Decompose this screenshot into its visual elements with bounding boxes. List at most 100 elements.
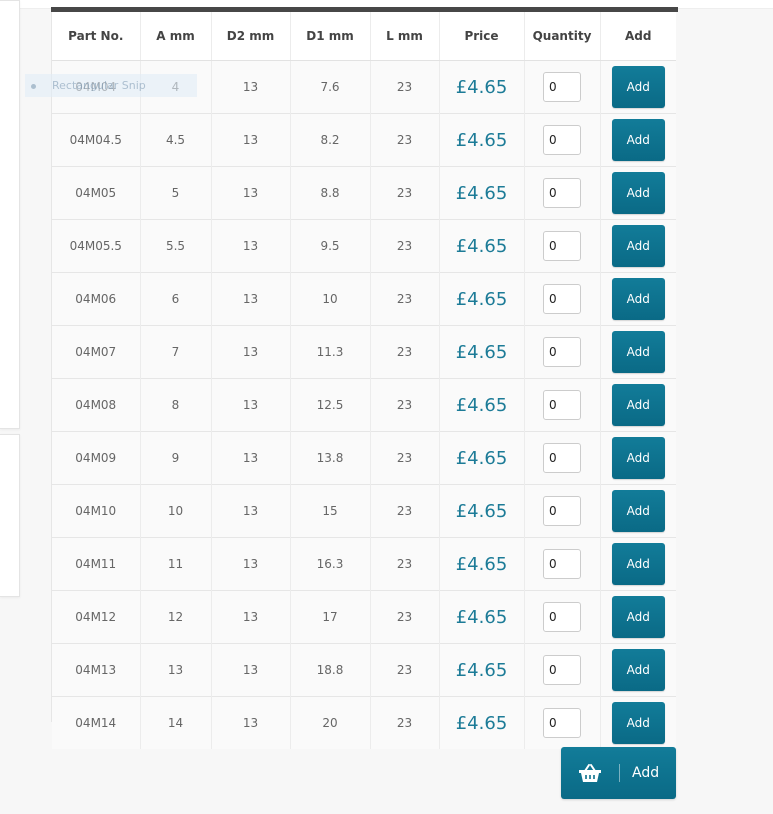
d1-mm-cell: 11.3: [290, 325, 371, 379]
a-mm-cell: 9: [140, 431, 212, 485]
part-no-cell: 04M09: [52, 431, 141, 485]
add-cell: Add: [600, 537, 676, 591]
quantity-input[interactable]: [543, 337, 581, 367]
quantity-cell: [524, 378, 601, 432]
quantity-input[interactable]: [543, 125, 581, 155]
d1-mm-cell: 18.8: [290, 643, 371, 697]
l-mm-cell: 23: [370, 378, 440, 432]
part-no-cell: 04M04: [52, 60, 141, 114]
header-part-no: Part No.: [52, 12, 141, 61]
quantity-input[interactable]: [543, 231, 581, 261]
quantity-input[interactable]: [543, 549, 581, 579]
quantity-input[interactable]: [543, 708, 581, 738]
add-cell: Add: [600, 325, 676, 379]
l-mm-cell: 23: [370, 431, 440, 485]
table-row: 04M05.55.5139.523£4.65 Add: [52, 219, 676, 273]
quantity-input[interactable]: [543, 178, 581, 208]
part-no-cell: 04M12: [52, 590, 141, 644]
table-row: 04M1414132023£4.65 Add: [52, 696, 676, 749]
d2-mm-cell: 13: [211, 431, 291, 485]
add-button[interactable]: Add: [611, 596, 665, 638]
add-button[interactable]: Add: [611, 702, 665, 744]
quantity-input[interactable]: [543, 72, 581, 102]
a-mm-cell: 14: [140, 696, 212, 749]
l-mm-cell: 23: [370, 643, 440, 697]
header-l-mm: L mm: [370, 12, 440, 61]
l-mm-cell: 23: [370, 219, 440, 273]
table-row: 04M055138.823£4.65 Add: [52, 166, 676, 220]
add-button[interactable]: Add: [611, 331, 665, 373]
price-cell: £4.65: [439, 378, 525, 432]
part-no-cell: 04M05: [52, 166, 141, 220]
add-button[interactable]: Add: [611, 225, 665, 267]
quantity-input[interactable]: [543, 655, 581, 685]
quantity-input[interactable]: [543, 496, 581, 526]
d1-mm-cell: 10: [290, 272, 371, 326]
quantity-cell: [524, 537, 601, 591]
add-to-basket-button[interactable]: Add: [561, 747, 676, 799]
d2-mm-cell: 13: [211, 378, 291, 432]
quantity-input[interactable]: [543, 602, 581, 632]
a-mm-cell: 11: [140, 537, 212, 591]
header-d1-mm: D1 mm: [290, 12, 371, 61]
quantity-cell: [524, 590, 601, 644]
add-button[interactable]: Add: [611, 649, 665, 691]
header-price: Price: [439, 12, 525, 61]
price-cell: £4.65: [439, 60, 525, 114]
table-row: 04M0991313.823£4.65 Add: [52, 431, 676, 485]
d1-mm-cell: 20: [290, 696, 371, 749]
l-mm-cell: 23: [370, 696, 440, 749]
header-d2-mm: D2 mm: [211, 12, 291, 61]
table-row: 04M13131318.823£4.65Add: [52, 643, 676, 697]
price-cell: £4.65: [439, 590, 525, 644]
d2-mm-cell: 13: [211, 537, 291, 591]
d2-mm-cell: 13: [211, 272, 291, 326]
price-cell: £4.65: [439, 272, 525, 326]
table-row: 04M04.54.5138.223£4.65 Add: [52, 113, 676, 167]
add-button[interactable]: Add: [611, 490, 665, 532]
add-cell: Add: [600, 219, 676, 273]
quantity-cell: [524, 113, 601, 167]
table-row: 04M0771311.323£4.65 Add: [52, 325, 676, 379]
add-cell: Add: [600, 484, 676, 538]
l-mm-cell: 23: [370, 325, 440, 379]
price-cell: £4.65: [439, 431, 525, 485]
add-button[interactable]: Add: [611, 119, 665, 161]
part-no-cell: 04M13: [52, 643, 141, 697]
quantity-cell: [524, 60, 601, 114]
add-button[interactable]: Add: [611, 384, 665, 426]
basket-icon: [561, 747, 619, 799]
part-no-cell: 04M08: [52, 378, 141, 432]
quantity-input[interactable]: [543, 443, 581, 473]
price-cell: £4.65: [439, 537, 525, 591]
add-cell: Add: [600, 696, 676, 749]
d1-mm-cell: 13.8: [290, 431, 371, 485]
l-mm-cell: 23: [370, 272, 440, 326]
header-add: Add: [600, 12, 676, 61]
quantity-input[interactable]: [543, 284, 581, 314]
add-button[interactable]: Add: [611, 278, 665, 320]
quantity-cell: [524, 272, 601, 326]
add-cell: Add: [600, 272, 676, 326]
a-mm-cell: 12: [140, 590, 212, 644]
add-button[interactable]: Add: [611, 543, 665, 585]
d1-mm-cell: 8.8: [290, 166, 371, 220]
d1-mm-cell: 7.6: [290, 60, 371, 114]
d1-mm-cell: 8.2: [290, 113, 371, 167]
d2-mm-cell: 13: [211, 325, 291, 379]
l-mm-cell: 23: [370, 590, 440, 644]
add-cell: Add: [600, 431, 676, 485]
add-button[interactable]: Add: [611, 172, 665, 214]
basket-button-label: Add: [632, 765, 660, 781]
a-mm-cell: 4.5: [140, 113, 212, 167]
table-row: 04M066131023£4.65 Add: [52, 272, 676, 326]
add-button[interactable]: Add: [611, 437, 665, 479]
table-row: 04M1212131723£4.65 Add: [52, 590, 676, 644]
d1-mm-cell: 16.3: [290, 537, 371, 591]
d2-mm-cell: 13: [211, 484, 291, 538]
l-mm-cell: 23: [370, 166, 440, 220]
add-button[interactable]: Add: [611, 66, 665, 108]
table-row: 04M0881312.523£4.65 Add: [52, 378, 676, 432]
quantity-input[interactable]: [543, 390, 581, 420]
add-cell: Add: [600, 378, 676, 432]
